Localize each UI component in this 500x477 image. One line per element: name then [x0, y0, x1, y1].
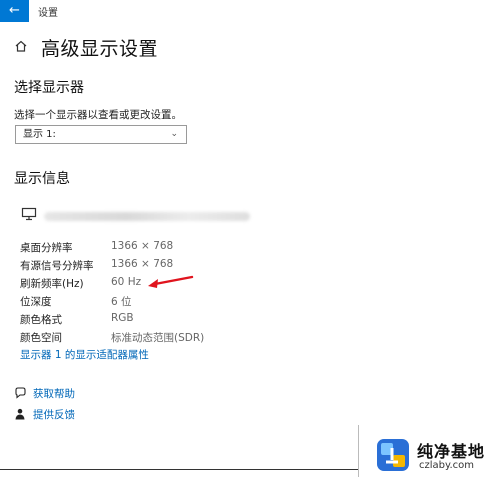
watermark-url: czlaby.com [419, 460, 475, 471]
watermark-name: 纯净基地 [417, 442, 486, 461]
select-display-description: 选择一个显示器以查看或更改设置。 [14, 109, 182, 121]
give-feedback-link[interactable]: 提供反馈 [14, 407, 75, 422]
get-help-label: 获取帮助 [33, 388, 75, 400]
give-feedback-label: 提供反馈 [33, 409, 75, 421]
info-label: 颜色空间 [20, 332, 62, 344]
window-title: 设置 [38, 8, 58, 19]
back-button[interactable]: ← [0, 0, 29, 22]
info-label: 桌面分辨率 [20, 242, 73, 254]
info-label: 有源信号分辨率 [20, 260, 94, 272]
home-icon[interactable] [14, 39, 28, 53]
title-bar: ← 设置 [0, 0, 500, 22]
display-select-value: 显示 1: [23, 129, 56, 140]
bottom-divider [0, 469, 358, 470]
display-info-heading: 显示信息 [14, 171, 70, 187]
get-help-link[interactable]: 获取帮助 [14, 386, 75, 401]
help-icon [15, 387, 26, 399]
select-display-heading: 选择显示器 [14, 80, 84, 96]
window-edge [358, 425, 359, 477]
annotation-arrow-icon [148, 275, 194, 288]
monitor-icon [21, 207, 37, 221]
blurred-monitor-name [44, 212, 250, 221]
display-adapter-properties-link[interactable]: 显示器 1 的显示适配器属性 [20, 347, 149, 362]
info-label: 颜色格式 [20, 314, 62, 326]
info-value: 1366 × 768 [111, 240, 174, 252]
display-select[interactable]: 显示 1: ⌄ [15, 125, 187, 144]
page-title: 高级显示设置 [41, 38, 159, 60]
feedback-icon [15, 408, 25, 420]
info-label: 位深度 [20, 296, 52, 308]
info-label: 刷新频率(Hz) [20, 278, 84, 290]
watermark: 纯净基地 czlaby.com [376, 435, 500, 477]
info-value: RGB [111, 312, 134, 324]
info-value: 60 Hz [111, 276, 142, 288]
info-value: 1366 × 768 [111, 258, 174, 270]
info-value: 标准动态范围(SDR) [111, 332, 205, 344]
chevron-down-icon: ⌄ [170, 129, 178, 139]
info-value: 6 位 [111, 296, 132, 308]
watermark-logo-icon [377, 439, 409, 471]
